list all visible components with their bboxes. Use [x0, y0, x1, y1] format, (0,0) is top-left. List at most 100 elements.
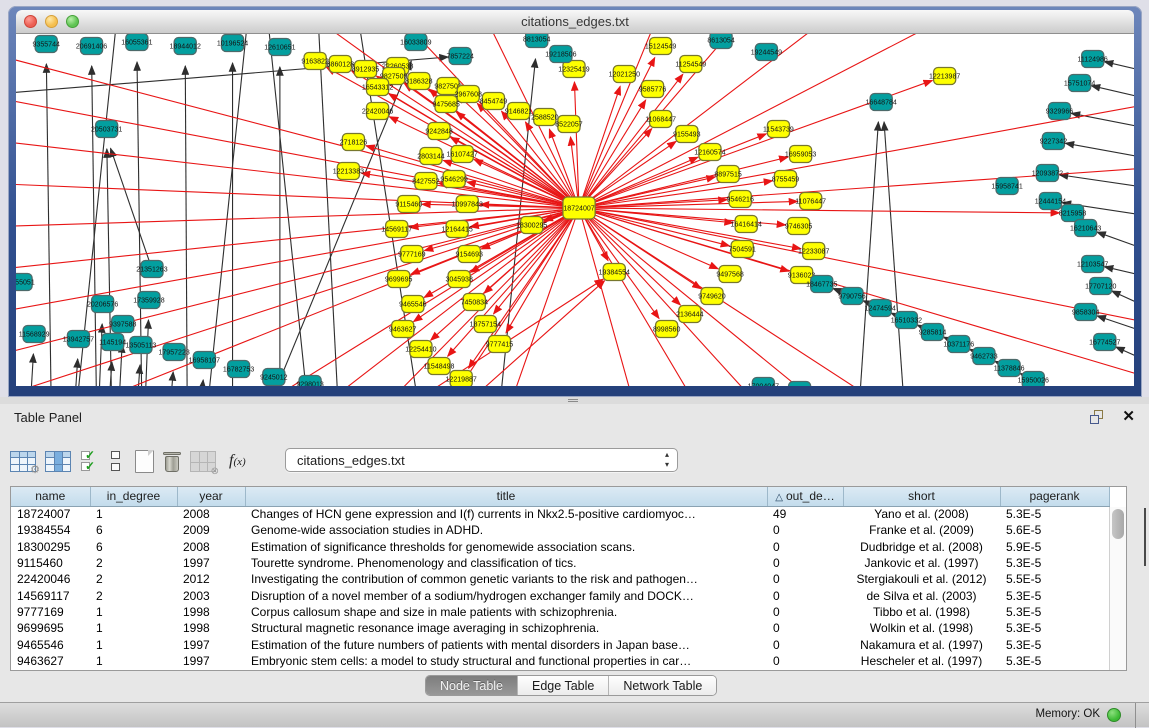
- graph-node[interactable]: [789, 382, 811, 387]
- graph-edge[interactable]: [579, 208, 718, 269]
- table-scrollbar-thumb[interactable]: [1112, 509, 1124, 539]
- delete-column-button[interactable]: [163, 450, 181, 473]
- table-cell[interactable]: Disruption of a novel member of a sodium…: [245, 587, 767, 603]
- column-header-short[interactable]: short: [843, 487, 1000, 506]
- table-cell[interactable]: 1997: [177, 653, 245, 669]
- graph-edge[interactable]: [579, 100, 646, 208]
- table-row[interactable]: 946362711997Embryonic stem cells: a mode…: [11, 653, 1109, 669]
- table-cell[interactable]: 5.3E-5: [1000, 555, 1109, 571]
- graph-edge[interactable]: [99, 324, 103, 386]
- table-cell[interactable]: 1: [90, 636, 177, 652]
- table-settings-button[interactable]: ⚙: [10, 451, 36, 472]
- select-all-columns-button[interactable]: ✓ ✓: [80, 449, 102, 473]
- table-row[interactable]: 946554611997Estimation of the future num…: [11, 636, 1109, 652]
- column-header-pagerank[interactable]: pagerank: [1000, 487, 1109, 506]
- table-cell[interactable]: Changes of HCN gene expression and I(f) …: [245, 506, 767, 522]
- graph-edge[interactable]: [268, 34, 308, 386]
- table-cell[interactable]: Dudbridge et al. (2008): [843, 539, 1000, 555]
- table-cell[interactable]: Corpus callosum shape and size in male p…: [245, 604, 767, 620]
- panel-divider[interactable]: [0, 397, 1149, 404]
- table-cell[interactable]: 18724007: [11, 506, 90, 522]
- graph-edge[interactable]: [579, 129, 652, 208]
- graph-edge[interactable]: [1104, 267, 1134, 274]
- graph-edge[interactable]: [1112, 291, 1134, 302]
- graph-edge[interactable]: [579, 208, 973, 386]
- graph-edge[interactable]: [318, 34, 338, 386]
- table-cell[interactable]: 1: [90, 604, 177, 620]
- graph-edge[interactable]: [1104, 62, 1134, 69]
- table-row[interactable]: 2242004622012Investigating the contribut…: [11, 571, 1109, 587]
- table-cell[interactable]: 9463627: [11, 653, 90, 669]
- graph-edge[interactable]: [579, 208, 812, 386]
- table-cell[interactable]: 18300295: [11, 539, 90, 555]
- graph-edge[interactable]: [1116, 347, 1134, 356]
- table-cell[interactable]: 9115460: [11, 555, 90, 571]
- divider-grip[interactable]: [568, 399, 578, 402]
- table-row[interactable]: 911546021997Tourette syndrome. Phenomeno…: [11, 555, 1109, 571]
- table-cell[interactable]: 0: [767, 620, 843, 636]
- table-row[interactable]: 1830029562008Estimation of significance …: [11, 539, 1109, 555]
- table-scrollbar[interactable]: [1109, 507, 1126, 670]
- table-cell[interactable]: Structural magnetic resonance image aver…: [245, 620, 767, 636]
- show-columns-button[interactable]: [45, 451, 71, 472]
- close-panel-icon[interactable]: ✕: [1122, 407, 1135, 425]
- table-cell[interactable]: 0: [767, 522, 843, 538]
- table-cell[interactable]: Tibbo et al. (1998): [843, 604, 1000, 620]
- table-cell[interactable]: Jankovic et al. (1997): [843, 555, 1000, 571]
- table-cell[interactable]: Embryonic stem cells: a model to study s…: [245, 653, 767, 669]
- table-row[interactable]: 1872400712008Changes of HCN gene express…: [11, 506, 1109, 522]
- table-cell[interactable]: 0: [767, 653, 843, 669]
- table-row[interactable]: 977716911998Corpus callosum shape and si…: [11, 604, 1109, 620]
- graph-edge[interactable]: [170, 372, 173, 386]
- graph-edge[interactable]: [1071, 113, 1134, 126]
- graph-edge[interactable]: [207, 34, 247, 386]
- table-cell[interactable]: 49: [767, 506, 843, 522]
- table-cell[interactable]: 2008: [177, 539, 245, 555]
- citation-graph[interactable]: 1872400791638228860128891293522260538982…: [16, 34, 1134, 386]
- table-cell[interactable]: 1998: [177, 604, 245, 620]
- table-cell[interactable]: Nakamura et al. (1997): [843, 636, 1000, 652]
- memory-ok-indicator-icon[interactable]: [1107, 708, 1121, 722]
- table-cell[interactable]: Wolkin et al. (1998): [843, 620, 1000, 636]
- table-cell[interactable]: 0: [767, 555, 843, 571]
- table-cell[interactable]: Stergiakouli et al. (2012): [843, 571, 1000, 587]
- table-cell[interactable]: 5.3E-5: [1000, 604, 1109, 620]
- table-cell[interactable]: Tourette syndrome. Phenomenology and cla…: [245, 555, 767, 571]
- table-cell[interactable]: 5.3E-5: [1000, 636, 1109, 652]
- float-panel-icon[interactable]: [1090, 410, 1105, 425]
- table-cell[interactable]: Hescheler et al. (1997): [843, 653, 1000, 669]
- table-cell[interactable]: 2012: [177, 571, 245, 587]
- graph-edge[interactable]: [1097, 232, 1134, 246]
- table-cell[interactable]: 5.9E-5: [1000, 539, 1109, 555]
- graph-edge[interactable]: [1097, 316, 1134, 329]
- table-cell[interactable]: Estimation of significance thresholds fo…: [245, 539, 767, 555]
- table-cell[interactable]: 9465546: [11, 636, 90, 652]
- table-cell[interactable]: 1: [90, 653, 177, 669]
- table-cell[interactable]: 1997: [177, 555, 245, 571]
- graph-edge[interactable]: [1059, 175, 1134, 186]
- table-cell[interactable]: Estimation of the future numbers of pati…: [245, 636, 767, 652]
- table-cell[interactable]: 1997: [177, 636, 245, 652]
- table-cell[interactable]: 5.3E-5: [1000, 587, 1109, 603]
- graph-edge[interactable]: [1091, 86, 1134, 96]
- table-cell[interactable]: 0: [767, 587, 843, 603]
- column-header-name[interactable]: name: [11, 487, 90, 506]
- table-row[interactable]: 1456911722003Disruption of a novel membe…: [11, 587, 1109, 603]
- table-cell[interactable]: 6: [90, 522, 177, 538]
- network-window-titlebar[interactable]: citations_edges.txt: [16, 10, 1134, 34]
- function-builder-button[interactable]: f(x): [229, 452, 246, 470]
- table-cell[interactable]: 0: [767, 539, 843, 555]
- table-cell[interactable]: 2: [90, 555, 177, 571]
- tab-edge-table[interactable]: Edge Table: [518, 676, 609, 695]
- delete-table-button[interactable]: ⊗: [190, 451, 216, 472]
- table-cell[interactable]: 5.5E-5: [1000, 571, 1109, 587]
- graph-edge[interactable]: [16, 208, 579, 234]
- table-cell[interactable]: 9699695: [11, 620, 90, 636]
- table-cell[interactable]: 1998: [177, 620, 245, 636]
- table-selector-dropdown[interactable]: citations_edges.txt ▴▾: [285, 448, 678, 472]
- graph-edge[interactable]: [579, 208, 801, 249]
- table-cell[interactable]: 2: [90, 571, 177, 587]
- tab-network-table[interactable]: Network Table: [609, 676, 716, 695]
- graph-edge[interactable]: [30, 354, 33, 386]
- table-cell[interactable]: 19384554: [11, 522, 90, 538]
